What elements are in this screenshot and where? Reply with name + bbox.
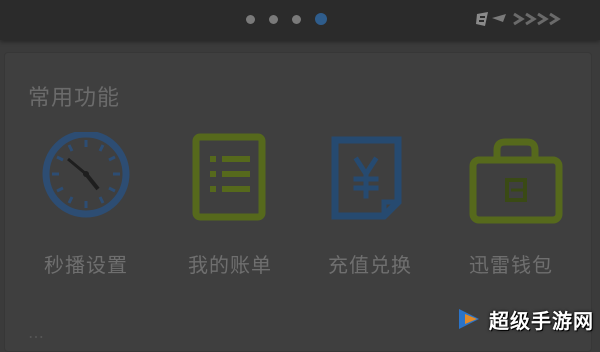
next-section-faded: … — [28, 323, 44, 342]
watermark-text: 超级手游网 — [489, 308, 594, 333]
page-dot-4-active[interactable] — [315, 13, 327, 25]
yen-document-icon — [331, 136, 402, 220]
grid-item-wallet[interactable]: 迅雷钱包 — [441, 132, 581, 282]
page-dot-3[interactable] — [292, 14, 301, 24]
clock-icon — [42, 132, 130, 218]
grid-label-wallet: 迅雷钱包 — [469, 253, 553, 277]
wallet-icon — [469, 138, 563, 224]
watermark-logo-icon — [459, 309, 479, 329]
page-indicator — [246, 12, 327, 26]
grid-label-recharge: 充值兑换 — [328, 253, 412, 277]
grid-label-clock: 秒播设置 — [44, 253, 128, 277]
watermark: 超级手游网 — [455, 302, 594, 336]
page-dot-1[interactable] — [246, 14, 255, 24]
grid-label-bill: 我的账单 — [188, 253, 272, 277]
section-title: 常用功能 — [28, 86, 121, 111]
list-icon — [192, 133, 266, 221]
page-dot-2[interactable] — [269, 14, 278, 24]
grid-item-bill[interactable]: 我的账单 — [160, 132, 300, 282]
grid-item-recharge[interactable]: 充值兑换 — [300, 132, 440, 282]
logo-arrows-icon — [476, 12, 561, 26]
top-bar — [0, 0, 600, 40]
grid-item-clock[interactable]: 秒播设置 — [16, 132, 156, 282]
